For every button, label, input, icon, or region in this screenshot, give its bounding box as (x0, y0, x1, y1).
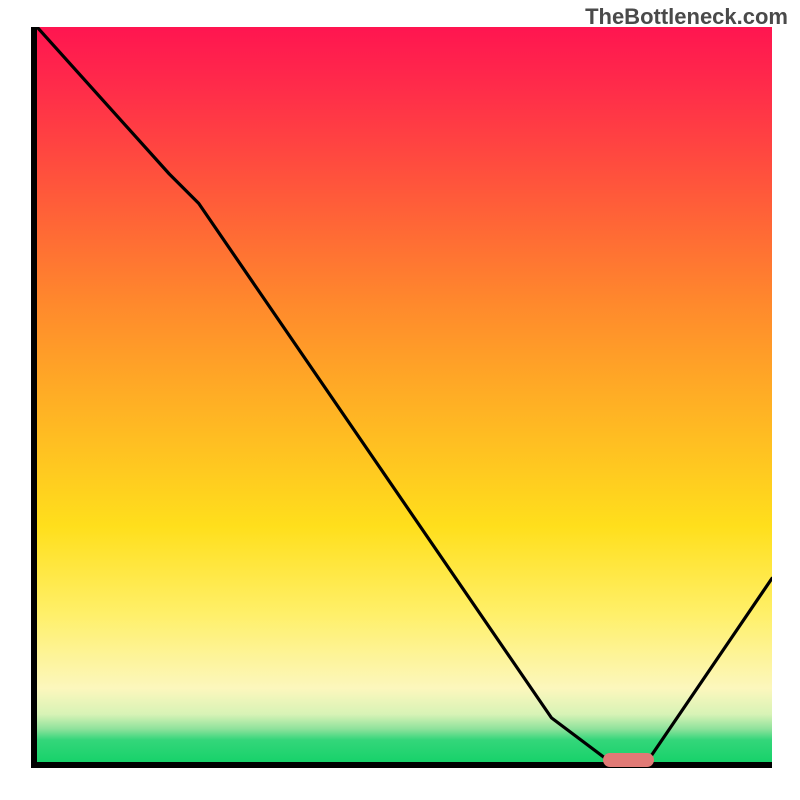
chart-line-layer (37, 27, 772, 762)
chart-container: TheBottleneck.com (0, 0, 800, 800)
watermark-text: TheBottleneck.com (585, 4, 788, 30)
chart-line (37, 27, 772, 762)
highlight-marker (603, 753, 654, 767)
